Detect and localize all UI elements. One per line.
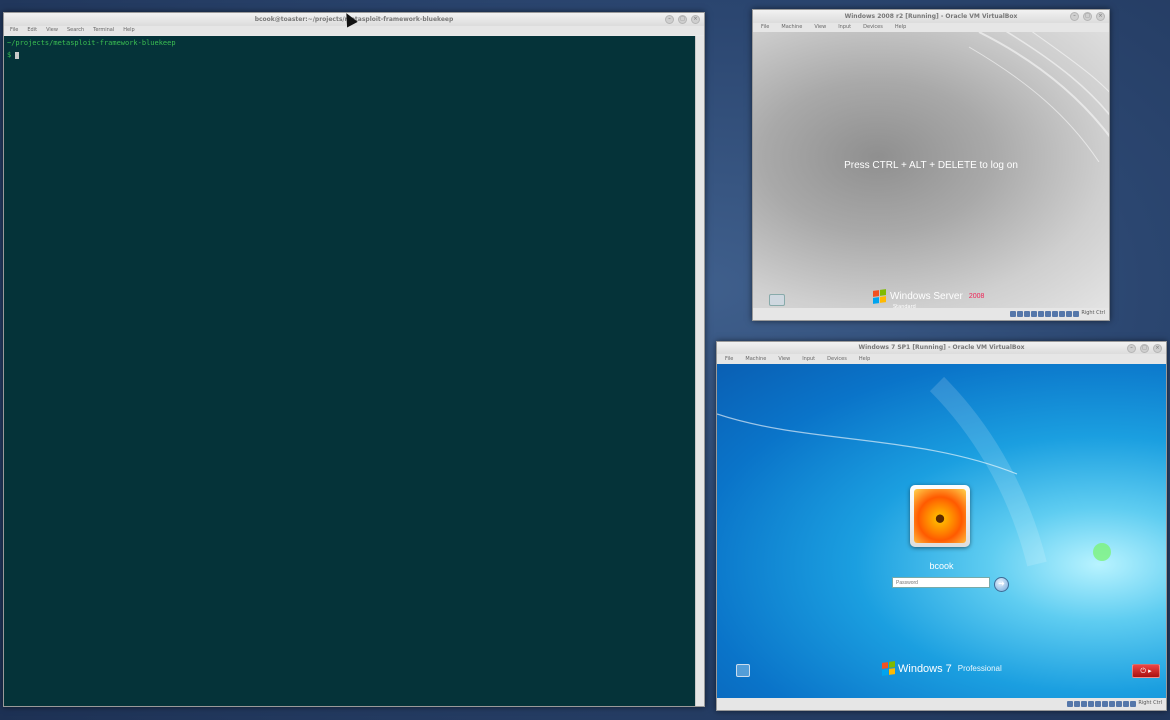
shared-folder-icon [1102, 701, 1108, 707]
vm-status-icons[interactable] [1067, 701, 1136, 707]
terminal-scrollbar[interactable] [695, 36, 704, 706]
menu-input[interactable]: Input [838, 23, 851, 32]
terminal-menubar: File Edit View Search Terminal Help [4, 26, 704, 35]
shutdown-button[interactable]: ⏻ ▸ [1132, 664, 1160, 678]
terminal-window-controls: – □ × [665, 13, 700, 26]
ease-of-access-icon[interactable] [736, 664, 750, 677]
windows-flag-icon [882, 661, 895, 676]
host-key-label: Right Ctrl [1081, 310, 1105, 316]
menu-terminal[interactable]: Terminal [93, 26, 114, 35]
os-name: Windows [898, 662, 943, 675]
display-icon [1109, 701, 1115, 707]
menu-file[interactable]: File [725, 354, 733, 364]
menu-edit[interactable]: Edit [27, 26, 37, 35]
windows-flag-icon [873, 289, 886, 304]
network-icon [1088, 701, 1094, 707]
cpu-icon [1123, 701, 1129, 707]
terminal-path-line: ~/projects/metasploit-framework-bluekeep [7, 39, 176, 47]
windows7-logo: Windows 7 Professional [882, 661, 1002, 676]
login-username: bcook [929, 561, 954, 571]
audio-icon [1081, 701, 1087, 707]
login-arrow-button[interactable]: ➜ [994, 577, 1009, 592]
vm-server-screen[interactable]: Press CTRL + ALT + DELETE to log on Wind… [753, 32, 1109, 310]
usb-icon [1038, 311, 1044, 317]
recording-icon [1116, 701, 1122, 707]
hdd-icon [1067, 701, 1073, 707]
menu-view[interactable]: View [778, 354, 790, 364]
menu-view[interactable]: View [46, 26, 58, 35]
audio-icon [1024, 311, 1030, 317]
windows-server-logo: Windows Server 2008 [873, 289, 985, 304]
menu-help[interactable]: Help [859, 354, 870, 364]
light-streaks-decoration [968, 32, 1109, 162]
os-edition: Professional [957, 664, 1002, 673]
terminal-cursor [15, 51, 20, 59]
os-version: 7 [945, 662, 952, 675]
vbox-server-title: Windows 2008 r2 [Running] - Oracle VM Vi… [844, 13, 1018, 20]
menu-search[interactable]: Search [67, 26, 84, 35]
recording-icon [1059, 311, 1065, 317]
flower-avatar-image [914, 489, 966, 543]
mouse-integration-icon [1073, 311, 1079, 317]
menu-file[interactable]: File [10, 26, 18, 35]
menu-file[interactable]: File [761, 23, 769, 32]
vbox-win7-window[interactable]: Windows 7 SP1 [Running] - Oracle VM Virt… [716, 341, 1167, 711]
host-key-label: Right Ctrl [1138, 700, 1162, 706]
vbox-win7-window-controls: – □ × [1127, 342, 1162, 354]
optical-icon [1017, 311, 1023, 317]
os-version: 2008 [968, 293, 985, 300]
menu-help[interactable]: Help [895, 23, 906, 32]
vbox-win7-menubar: File Machine View Input Devices Help [717, 354, 1166, 364]
vm-win7-screen[interactable]: bcook ➜ Windows 7 Professional ⏻ ▸ [717, 364, 1166, 698]
password-input[interactable] [892, 577, 990, 588]
menu-view[interactable]: View [814, 23, 826, 32]
menu-machine[interactable]: Machine [781, 23, 802, 32]
hdd-icon [1010, 311, 1016, 317]
vbox-server-titlebar[interactable]: Windows 2008 r2 [Running] - Oracle VM Vi… [753, 10, 1109, 23]
vbox-win7-statusbar: Right Ctrl [717, 698, 1166, 710]
menu-devices[interactable]: Devices [863, 23, 883, 32]
close-icon[interactable]: × [1096, 12, 1105, 21]
minimize-icon[interactable]: – [1127, 343, 1136, 353]
minimize-icon[interactable]: – [665, 15, 674, 24]
ease-of-access-icon[interactable] [769, 294, 785, 306]
close-icon[interactable]: × [1153, 343, 1162, 353]
vbox-server-window-controls: – □ × [1070, 10, 1105, 23]
vbox-server-statusbar: Right Ctrl [753, 308, 1109, 320]
ctrl-alt-del-message: Press CTRL + ALT + DELETE to log on [844, 160, 1018, 171]
terminal-prompt-line[interactable]: $ [7, 51, 693, 59]
display-icon [1052, 311, 1058, 317]
user-avatar[interactable] [910, 485, 970, 547]
minimize-icon[interactable]: – [1070, 12, 1079, 21]
terminal-output[interactable]: ~/projects/metasploit-framework-bluekeep… [4, 36, 696, 706]
vm-status-icons[interactable] [1010, 311, 1079, 317]
os-name: Windows Server [890, 291, 963, 302]
mouse-integration-icon [1130, 701, 1136, 707]
cpu-icon [1066, 311, 1072, 317]
menu-machine[interactable]: Machine [745, 354, 766, 364]
menu-input[interactable]: Input [802, 354, 815, 364]
terminal-window[interactable]: bcook@toaster:~/projects/metasploit-fram… [3, 12, 705, 707]
maximize-icon[interactable]: □ [1083, 12, 1092, 21]
vbox-server-window[interactable]: Windows 2008 r2 [Running] - Oracle VM Vi… [752, 9, 1110, 321]
close-icon[interactable]: × [691, 15, 700, 24]
vbox-server-menubar: File Machine View Input Devices Help [753, 23, 1109, 32]
terminal-prompt: $ [7, 51, 12, 59]
usb-icon [1095, 701, 1101, 707]
vbox-win7-titlebar[interactable]: Windows 7 SP1 [Running] - Oracle VM Virt… [717, 342, 1166, 354]
menu-help[interactable]: Help [123, 26, 134, 35]
shared-folder-icon [1045, 311, 1051, 317]
vbox-win7-title: Windows 7 SP1 [Running] - Oracle VM Virt… [858, 344, 1025, 351]
maximize-icon[interactable]: □ [1140, 343, 1149, 353]
menu-devices[interactable]: Devices [827, 354, 847, 364]
network-icon [1031, 311, 1037, 317]
maximize-icon[interactable]: □ [678, 15, 687, 24]
optical-icon [1074, 701, 1080, 707]
